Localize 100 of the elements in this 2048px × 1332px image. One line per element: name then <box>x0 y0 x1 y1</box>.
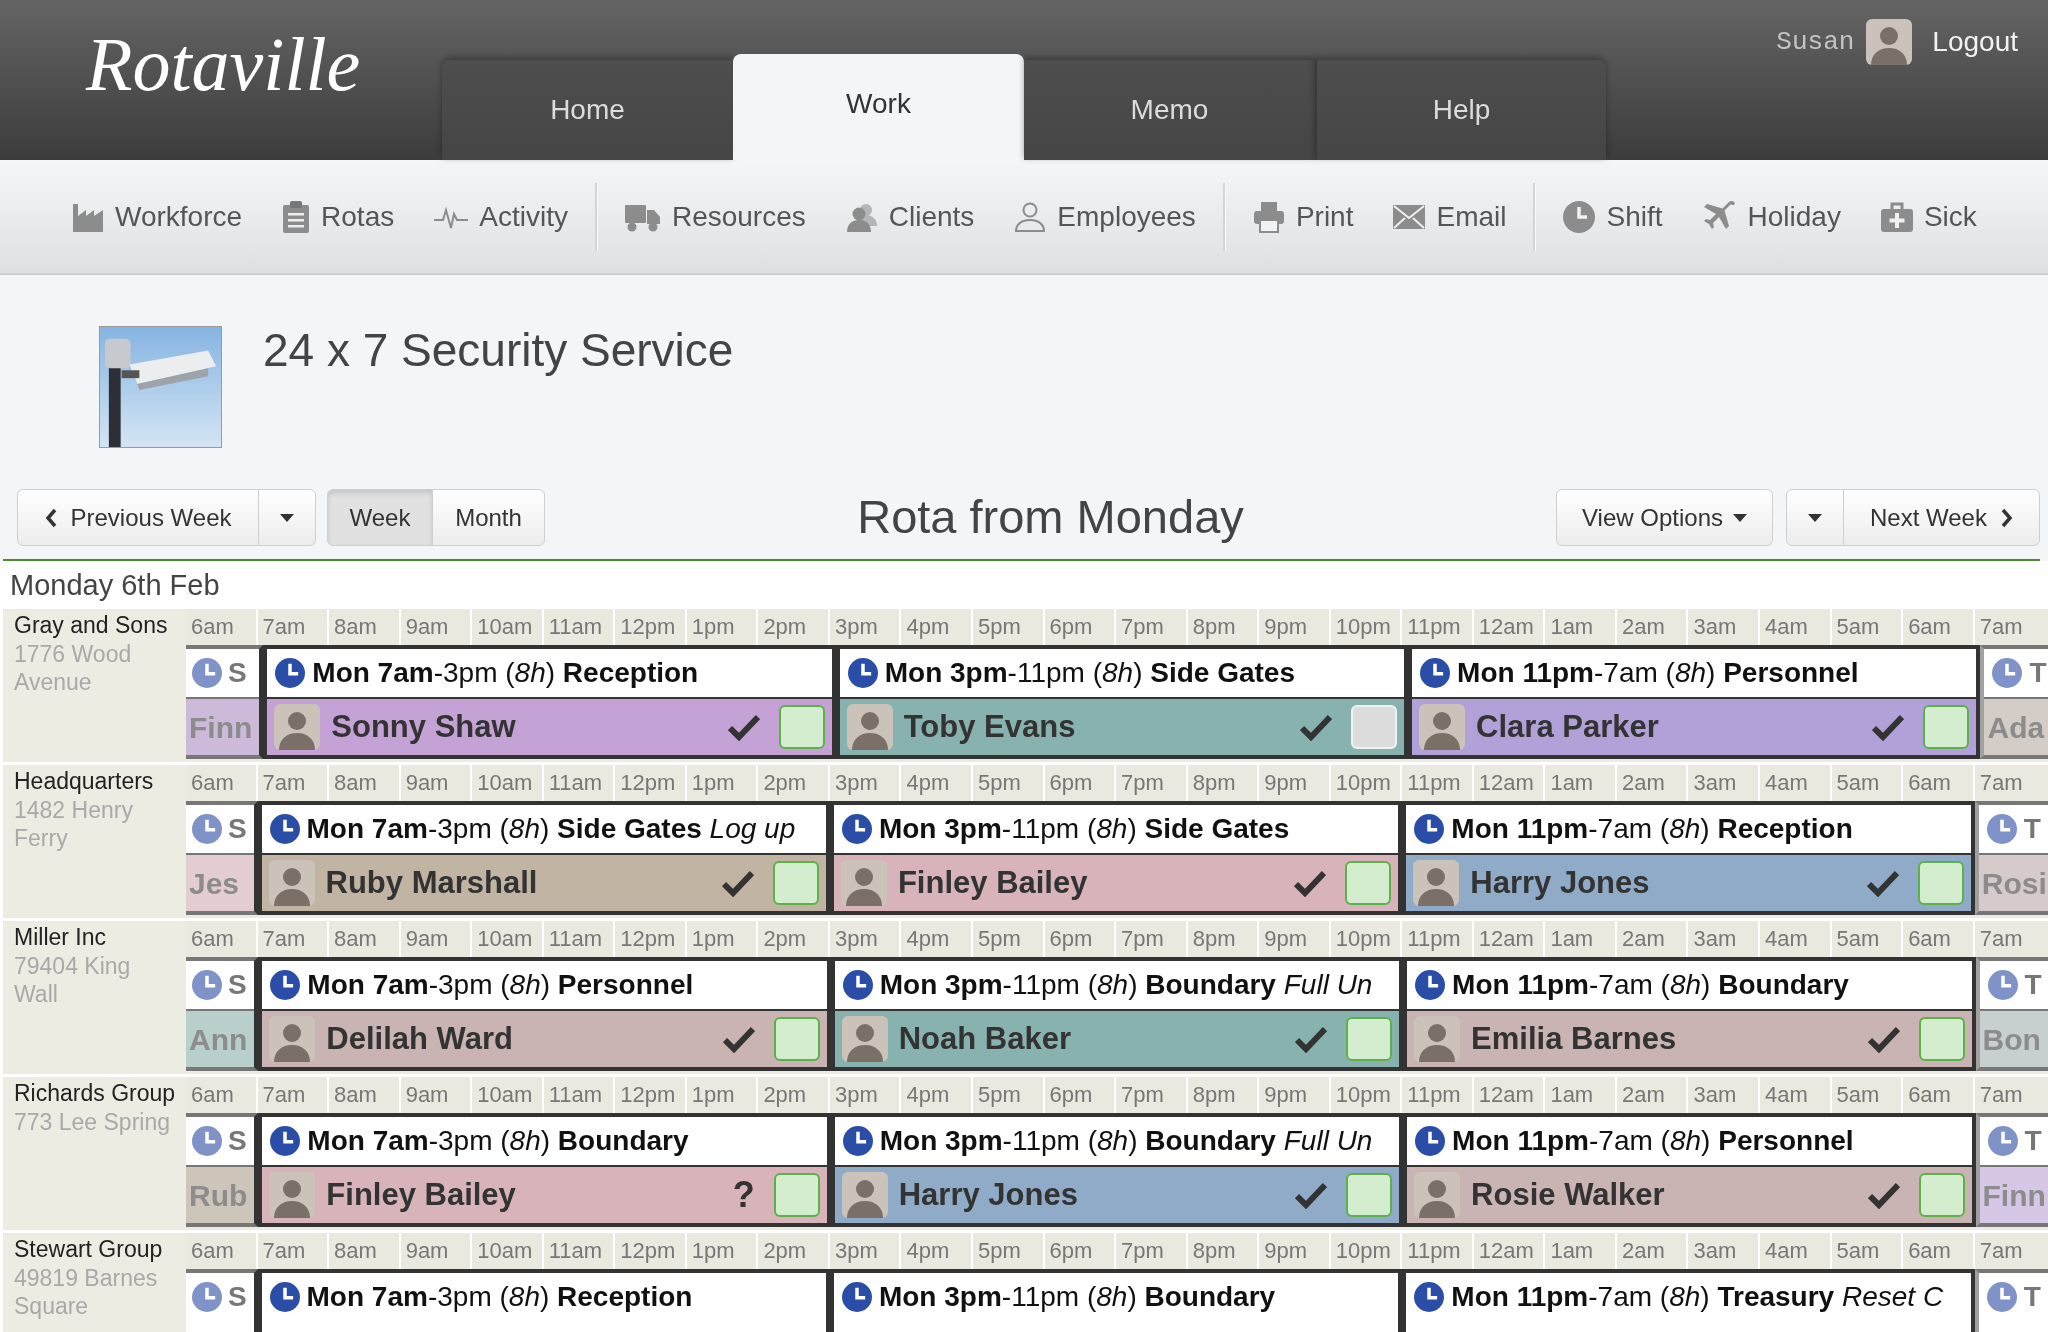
rota-entry-card[interactable]: T Bon <box>1975 957 2048 1071</box>
hour-cell: 6am <box>1903 1233 1975 1269</box>
status-checkbox[interactable] <box>778 705 825 749</box>
toolbar-link[interactable]: Rotas <box>282 195 395 238</box>
hour-cell: 5am <box>1831 1077 1904 1113</box>
status-checkbox[interactable] <box>1346 1017 1393 1061</box>
client-address: 49819 Barnes Square <box>14 1264 159 1320</box>
hour-cell: 4am <box>1760 765 1832 801</box>
status-checkbox[interactable] <box>773 1173 820 1217</box>
dropdown-button[interactable] <box>1786 489 1844 546</box>
rota-entry-card[interactable]: T Finn <box>1975 1113 2048 1227</box>
rota-entry-card[interactable]: S Finn <box>186 645 264 759</box>
toolbar-link[interactable]: Clients <box>845 195 975 238</box>
toolbar-link[interactable]: Holiday <box>1702 195 1841 238</box>
client-address: 773 Lee Spring <box>14 1108 170 1136</box>
rota-entry-card[interactable]: Mon 3pm-11pm (8h) Boundary Full Un Harry Jones <box>830 1113 1404 1227</box>
hour-cell: 9am <box>400 921 473 957</box>
hour-cell: 7am <box>257 1077 330 1113</box>
rota-entry-card[interactable]: Mon 7am-3pm (8h) Reception <box>257 1269 830 1332</box>
hour-cell: 6am <box>1903 921 1975 957</box>
rota-entry-card[interactable]: Mon 11pm-7am (8h) Boundary Emilia Barnes <box>1403 957 1976 1071</box>
view-toggle-button[interactable]: Month <box>432 489 545 546</box>
rota-entry-card[interactable]: Mon 11pm-7am (8h) Personnel Rosie Walker <box>1403 1113 1976 1227</box>
rota-entry-card[interactable]: S <box>186 1269 258 1332</box>
rota-entry-card[interactable]: Mon 7am-3pm (8h) Reception Sonny Shaw <box>263 645 836 759</box>
hour-cell: 9am <box>400 609 473 645</box>
toolbar-link[interactable]: Employees <box>1014 195 1196 238</box>
hour-cell: 8am <box>329 921 401 957</box>
nav-tab[interactable]: Memo <box>1024 60 1315 160</box>
rota-entry-card[interactable]: Mon 3pm-11pm (8h) Side Gates Toby Evans <box>835 645 1409 759</box>
avatar-icon <box>1413 860 1460 906</box>
status-checkbox[interactable] <box>1346 1173 1393 1217</box>
rota-entry-card[interactable]: Mon 11pm-7am (8h) Treasury Reset C <box>1402 1269 1975 1332</box>
rota-entry-card[interactable]: Mon 7am-3pm (8h) Side Gates Log up Ruby Marshall <box>257 801 830 915</box>
previous-week-button[interactable]: Previous Week <box>17 489 259 546</box>
next-week-button[interactable]: Next Week <box>1843 489 2040 546</box>
status-checkbox[interactable] <box>772 861 819 905</box>
clock-icon <box>1414 1282 1445 1312</box>
status-checkbox[interactable] <box>1918 1173 1965 1217</box>
employee-name: Finley Bailey <box>326 1175 516 1214</box>
hour-cell: 2pm <box>758 609 830 645</box>
hour-cell: 1am <box>1545 765 1617 801</box>
hour-cell: 5pm <box>973 765 1045 801</box>
rota-entry-title: Mon 7am-3pm (8h) Reception <box>306 1280 693 1314</box>
toolbar-link[interactable]: Resources <box>624 195 806 238</box>
hour-cell: 8am <box>329 609 401 645</box>
chevron-right-icon <box>2000 507 2013 528</box>
hour-cell: 9pm <box>1259 921 1331 957</box>
nav-tab[interactable]: Work <box>733 54 1024 160</box>
toolbar-link[interactable]: Sick <box>1880 195 1977 238</box>
employee-name: Rosi <box>1981 865 2047 902</box>
rota-entry-card[interactable]: Mon 7am-3pm (8h) Boundary Finley Bailey ? <box>258 1113 831 1227</box>
logout-link[interactable]: Logout <box>1932 21 2018 63</box>
toolbar-link[interactable]: Shift <box>1563 195 1663 238</box>
toolbar-link[interactable]: Activity <box>434 195 568 238</box>
rota-entry-card[interactable]: Mon 3pm-11pm (8h) Side Gates Finley Bailey <box>829 801 1403 915</box>
clock-icon <box>841 1282 872 1312</box>
hour-cell: 12am <box>1473 1233 1546 1269</box>
logo[interactable]: Rotaville <box>86 26 361 102</box>
hour-cell: 11am <box>543 609 616 645</box>
toolbar-link[interactable]: Workforce <box>72 195 243 238</box>
rota-entry-card[interactable]: Mon 11pm-7am (8h) Personnel Clara Parker <box>1408 645 1981 759</box>
status-checkbox[interactable] <box>773 1017 820 1061</box>
rota-entry-card[interactable]: S Ann <box>186 957 259 1071</box>
employee-name: Ruby Marshall <box>325 863 538 902</box>
hour-cell: 12pm <box>615 1233 687 1269</box>
rota-entry-card[interactable]: S Rub <box>186 1113 259 1227</box>
query-mark: ? <box>732 1177 755 1213</box>
view-options-button[interactable]: View Options <box>1556 489 1773 546</box>
rota-entry-card[interactable]: Mon 3pm-11pm (8h) Boundary <box>829 1269 1403 1332</box>
rota-entry-card[interactable]: Mon 7am-3pm (8h) Personnel Delilah Ward <box>258 957 831 1071</box>
toolbar-link[interactable]: Print <box>1252 195 1354 238</box>
rota-entry-title: Mon 3pm-11pm (8h) Boundary Full Un <box>879 1124 1373 1158</box>
rota-entry-card[interactable]: Mon 11pm-7am (8h) Reception Harry Jones <box>1402 801 1975 915</box>
employee-name: Ann <box>189 1021 248 1058</box>
status-checkbox[interactable] <box>1345 861 1392 905</box>
status-checkbox[interactable] <box>1918 1017 1965 1061</box>
hour-cell: 7am <box>257 765 330 801</box>
nav-tab[interactable]: Home <box>442 60 733 160</box>
hour-cell: 6am <box>186 609 258 645</box>
dropdown-button[interactable] <box>258 489 316 546</box>
hour-cell: 12am <box>1473 609 1546 645</box>
rota-entry-card[interactable]: T Rosi <box>1974 801 2048 915</box>
hour-cell: 11pm <box>1402 765 1474 801</box>
hour-cell: 5am <box>1831 765 1904 801</box>
hour-cell: 11pm <box>1402 1077 1474 1113</box>
status-checkbox[interactable] <box>1917 861 1964 905</box>
hour-cell: 2pm <box>758 765 830 801</box>
view-toggle-button[interactable]: Week <box>327 489 433 546</box>
hour-cell: 2am <box>1616 609 1689 645</box>
toolbar-link[interactable]: Email <box>1393 195 1507 238</box>
rota-entry-card[interactable]: Mon 3pm-11pm (8h) Boundary Full Un Noah Baker <box>830 957 1404 1071</box>
rota-entry-card[interactable]: T <box>1974 1269 2048 1332</box>
status-checkbox[interactable] <box>1923 705 1970 749</box>
client-address: 1776 Wood Avenue <box>14 640 133 696</box>
hour-cell: 6am <box>186 921 258 957</box>
rota-entry-card[interactable]: S Jes <box>186 801 258 915</box>
nav-tab[interactable]: Help <box>1315 60 1606 160</box>
hour-cell: 9pm <box>1259 1233 1331 1269</box>
rota-entry-card[interactable]: T Ada <box>1980 645 2048 759</box>
